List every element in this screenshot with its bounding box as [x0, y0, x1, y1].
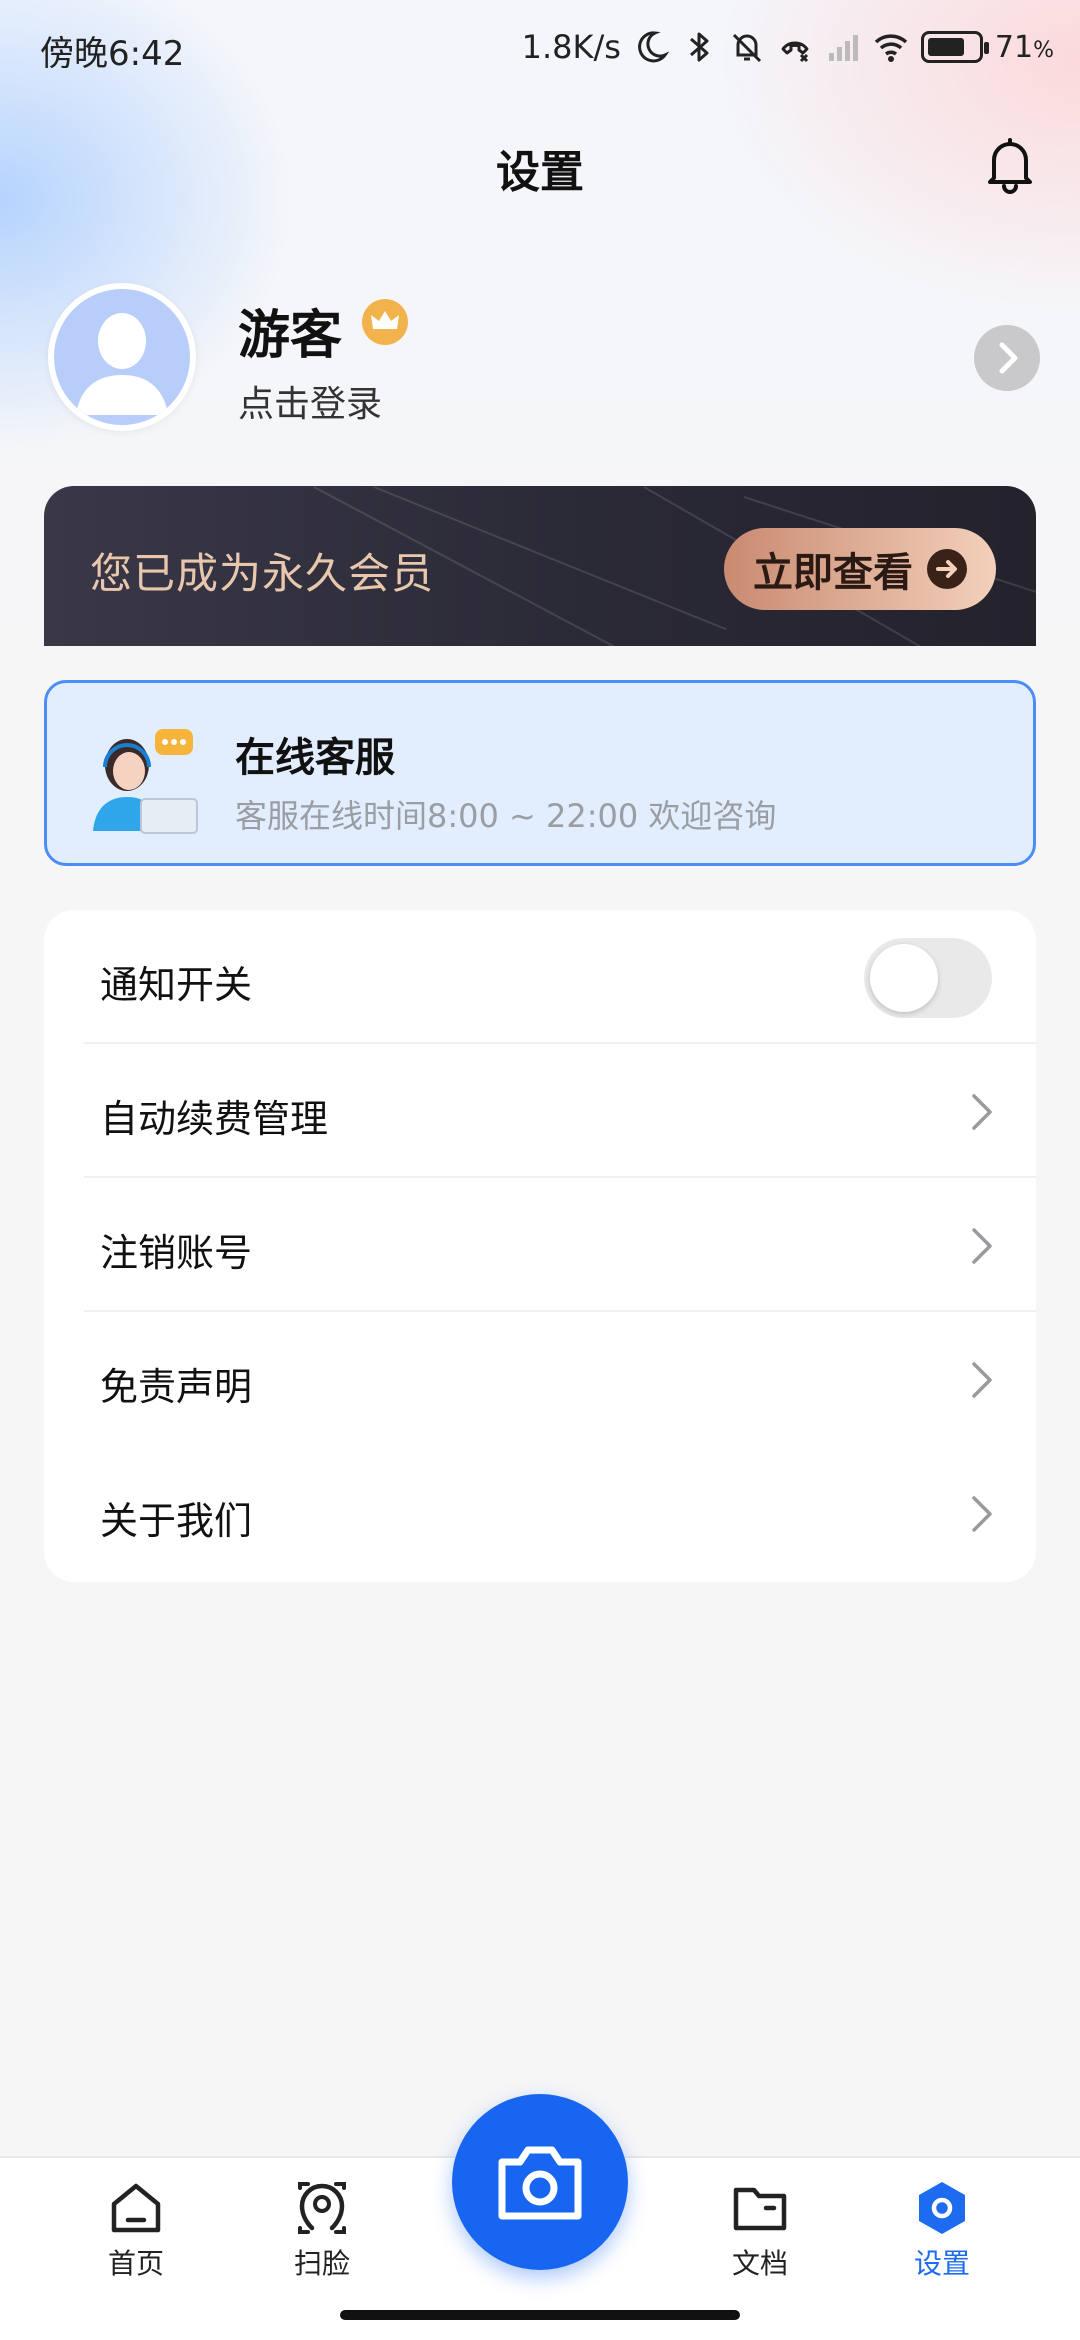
nav-item-face-scan[interactable]: 扫脸 [262, 2172, 382, 2292]
profile-name: 游客 [238, 306, 343, 366]
chevron-right-icon [972, 1496, 992, 1532]
battery-percent: 71% [995, 30, 1054, 65]
bluetooth-icon [689, 32, 709, 62]
nav-item-settings[interactable]: 设置 [882, 2172, 1002, 2292]
chevron-right-icon [972, 1228, 992, 1264]
profile-chevron-icon[interactable] [974, 325, 1040, 391]
vip-banner[interactable]: 您已成为永久会员 立即查看 [44, 486, 1036, 646]
vip-status-text: 您已成为永久会员 [90, 549, 435, 598]
crown-icon [362, 299, 408, 345]
camera-icon [498, 2146, 582, 2220]
service-title: 在线客服 [235, 735, 395, 781]
nav-item-documents[interactable]: 文档 [700, 2172, 820, 2292]
battery-percent-unit: % [1033, 37, 1054, 63]
setting-row-disclaimer[interactable]: 免责声明 [44, 1312, 1036, 1446]
battery-percent-value: 71 [994, 29, 1034, 65]
nav-label: 扫脸 [293, 2247, 350, 2280]
view-now-button[interactable]: 立即查看 [724, 528, 996, 610]
settings-list: 通知开关 自动续费管理 注销账号 免责声明 关于我们 [44, 910, 1036, 1582]
net-speed: 1.8K/s [521, 28, 621, 66]
page-header: 设置 [0, 120, 1080, 210]
service-hours: 客服在线时间8:00 ~ 22:00 欢迎咨询 [235, 797, 777, 835]
setting-row-notification[interactable]: 通知开关 [44, 910, 1036, 1044]
profile-section[interactable]: 游客 点击登录 [0, 275, 1080, 435]
toggle-knob [870, 944, 938, 1012]
nav-item-home[interactable]: 首页 [76, 2172, 196, 2292]
user-silhouette-icon [76, 313, 168, 415]
settings-icon [919, 2182, 965, 2234]
mute-bell-icon [732, 33, 761, 63]
login-link[interactable]: 点击登录 [238, 375, 382, 427]
setting-label: 自动续费管理 [100, 1097, 329, 1141]
setting-label: 注销账号 [100, 1231, 253, 1275]
nav-label: 文档 [731, 2247, 788, 2280]
battery-fill [927, 38, 964, 56]
status-icons: 1.8K/s 71% [522, 22, 1054, 72]
setting-label: 免责声明 [100, 1365, 253, 1409]
signal-icon [828, 35, 858, 61]
wifi-icon [874, 34, 908, 62]
chevron-right-icon [972, 1362, 992, 1398]
arrow-right-icon [927, 549, 967, 589]
status-time: 傍晚6:42 [40, 34, 185, 74]
online-service-card[interactable]: 在线客服 客服在线时间8:00 ~ 22:00 欢迎咨询 [44, 680, 1036, 866]
battery-icon [920, 31, 989, 63]
camera-button[interactable] [452, 2094, 628, 2270]
page-title: 设置 [496, 147, 584, 198]
bell-icon[interactable] [980, 132, 1040, 196]
folder-icon [733, 2187, 787, 2231]
setting-row-about-us[interactable]: 关于我们 [44, 1446, 1036, 1580]
view-now-label: 立即查看 [753, 550, 913, 596]
home-icon [111, 2183, 161, 2233]
nav-label: 设置 [913, 2247, 970, 2280]
notification-toggle[interactable] [864, 938, 992, 1018]
nav-label: 首页 [107, 2247, 164, 2280]
call-off-icon [781, 41, 809, 63]
setting-row-auto-renew[interactable]: 自动续费管理 [44, 1044, 1036, 1178]
status-bar: 傍晚6:42 1.8K/s 71% [0, 0, 1080, 96]
avatar[interactable] [48, 283, 196, 431]
chevron-right-icon [972, 1094, 992, 1130]
setting-label: 通知开关 [100, 963, 253, 1007]
face-scan-icon [298, 2182, 346, 2234]
moon-icon [638, 31, 669, 63]
setting-label: 关于我们 [100, 1499, 253, 1543]
setting-row-delete-account[interactable]: 注销账号 [44, 1178, 1036, 1312]
home-indicator[interactable] [340, 2310, 740, 2320]
customer-service-agent-icon [93, 729, 198, 834]
